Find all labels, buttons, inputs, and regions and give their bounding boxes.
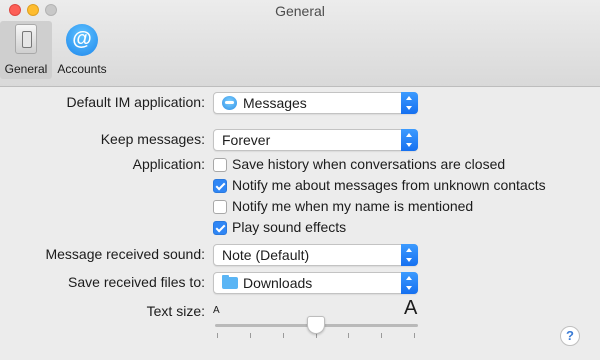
- tab-accounts[interactable]: @ Accounts: [54, 21, 110, 79]
- text-size-large-label: A: [404, 297, 418, 319]
- received-sound-value: Note (Default): [222, 247, 310, 263]
- window-title: General: [275, 3, 325, 19]
- notify-mentioned-checkbox[interactable]: [213, 200, 227, 214]
- window-titlebar: General General @ Accounts: [0, 0, 600, 87]
- keep-messages-popup[interactable]: Forever: [213, 129, 418, 151]
- keep-messages-value: Forever: [222, 132, 271, 148]
- help-button[interactable]: ?: [560, 326, 580, 346]
- application-label: Application:: [132, 156, 205, 172]
- slider-tick: [414, 333, 415, 338]
- default-im-popup[interactable]: Messages: [213, 92, 418, 114]
- default-im-label: Default IM application:: [66, 94, 205, 110]
- save-files-value: Downloads: [243, 275, 313, 291]
- text-size-label: Text size:: [146, 303, 205, 319]
- text-size-small-label: A: [213, 305, 220, 316]
- popup-arrows-icon: [401, 129, 418, 151]
- notify-unknown-label: Notify me about messages from unknown co…: [232, 177, 546, 193]
- received-sound-popup[interactable]: Note (Default): [213, 244, 418, 266]
- save-files-label: Save received files to:: [68, 274, 205, 290]
- tab-general[interactable]: General: [0, 21, 52, 79]
- notify-mentioned-label: Notify me when my name is mentioned: [232, 198, 474, 214]
- slider-tick: [283, 333, 284, 338]
- keep-messages-label: Keep messages:: [100, 131, 205, 147]
- at-sign-icon: @: [66, 24, 98, 56]
- tab-accounts-label: Accounts: [57, 62, 107, 76]
- save-history-label: Save history when conversations are clos…: [232, 156, 506, 172]
- slider-tick: [381, 333, 382, 338]
- save-history-checkbox[interactable]: [213, 158, 227, 172]
- tab-general-label: General: [4, 62, 48, 76]
- text-size-slider-thumb[interactable]: [306, 316, 325, 334]
- play-sound-label: Play sound effects: [232, 219, 347, 235]
- popup-arrows-icon: [401, 244, 418, 266]
- slider-tick: [217, 333, 218, 338]
- notify-unknown-checkbox[interactable]: [213, 179, 227, 193]
- received-sound-label: Message received sound:: [45, 246, 205, 262]
- save-files-popup[interactable]: Downloads: [213, 272, 418, 294]
- slider-tick: [250, 333, 251, 338]
- messages-app-icon: [222, 96, 237, 110]
- default-im-value: Messages: [243, 95, 307, 111]
- play-sound-checkbox[interactable]: [213, 221, 227, 235]
- popup-arrows-icon: [401, 272, 418, 294]
- general-switch-icon: [10, 24, 42, 56]
- popup-arrows-icon: [401, 92, 418, 114]
- slider-tick: [348, 333, 349, 338]
- folder-icon: [222, 275, 238, 289]
